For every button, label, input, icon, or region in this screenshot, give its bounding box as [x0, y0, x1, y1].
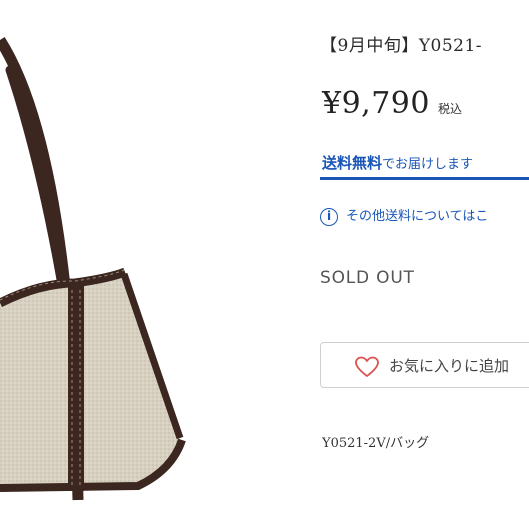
- info-circle-icon: i: [320, 207, 338, 226]
- price-row: ¥9,790 税込: [322, 86, 462, 121]
- tax-label: 税込: [437, 102, 462, 116]
- free-shipping-text: でお届けします: [382, 157, 474, 172]
- product-info-panel: 【9月中旬】Y0521- ¥9,790 税込 送料無料でお届けします i その他送料…: [320, 0, 529, 529]
- product-title: 【9月中旬】Y0521-: [320, 36, 483, 56]
- product-image[interactable]: [0, 0, 300, 529]
- add-to-favorites-label: お気に入りに追加: [389, 357, 510, 375]
- product-price: ¥9,790: [322, 86, 430, 121]
- shipping-info-text: その他送料についてはこ: [346, 209, 489, 224]
- free-shipping-bold: 送料無料: [322, 154, 383, 172]
- shipping-underline: [320, 177, 529, 180]
- product-sku: Y0521-2V/バッグ: [322, 436, 430, 451]
- heart-outline-icon: [355, 356, 379, 377]
- tote-bag-illustration: [0, 37, 186, 501]
- stock-status: SOLD OUT: [320, 268, 415, 288]
- shipping-info-link[interactable]: i その他送料についてはこ: [320, 205, 488, 226]
- free-shipping-banner: 送料無料でお届けします: [322, 152, 473, 173]
- add-to-favorites-button[interactable]: お気に入りに追加: [320, 342, 529, 388]
